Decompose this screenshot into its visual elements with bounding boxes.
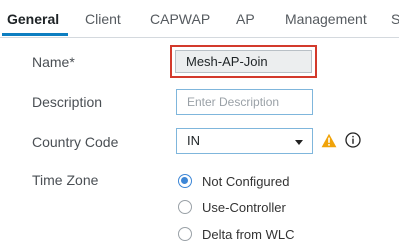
radio-button[interactable] bbox=[178, 227, 192, 241]
radio-label: Use-Controller bbox=[202, 200, 286, 215]
name-input[interactable]: Mesh-AP-Join bbox=[175, 50, 312, 73]
tab-management[interactable]: Management bbox=[285, 10, 367, 28]
radio-button[interactable] bbox=[178, 200, 192, 214]
name-field-highlight: Mesh-AP-Join bbox=[170, 45, 317, 78]
country-code-label: Country Code bbox=[32, 134, 119, 150]
active-tab-indicator bbox=[2, 33, 68, 36]
time-zone-label: Time Zone bbox=[32, 172, 99, 188]
radio-button-checked[interactable] bbox=[178, 174, 192, 188]
name-label: Name* bbox=[32, 54, 75, 70]
radio-label: Delta from WLC bbox=[202, 227, 295, 242]
tab-capwap[interactable]: CAPWAP bbox=[150, 10, 210, 28]
tab-truncated[interactable]: S bbox=[391, 10, 399, 28]
description-label: Description bbox=[32, 94, 103, 110]
description-input[interactable]: Enter Description bbox=[176, 89, 313, 115]
warning-triangle-icon bbox=[321, 133, 337, 148]
tab-general[interactable]: General bbox=[7, 10, 59, 28]
info-circle-icon[interactable] bbox=[345, 132, 361, 148]
tab-bar: General Client CAPWAP AP Management S bbox=[0, 0, 399, 38]
tab-ap[interactable]: AP bbox=[236, 10, 255, 28]
radio-label: Not Configured bbox=[202, 174, 290, 189]
chevron-down-icon bbox=[295, 140, 303, 145]
country-code-select[interactable]: IN bbox=[176, 128, 313, 154]
tab-client[interactable]: Client bbox=[85, 10, 121, 28]
country-code-value: IN bbox=[187, 133, 200, 148]
